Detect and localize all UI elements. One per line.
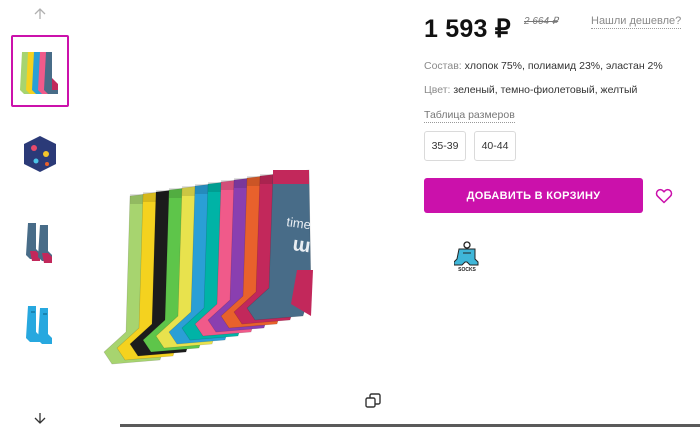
svg-text:ɯ: ɯ [291, 233, 312, 257]
thumbnail-socks-set[interactable] [11, 35, 69, 107]
composition-row: Состав: хлопок 75%, полиамид 23%, эласта… [424, 60, 663, 72]
gift-box-thumbnail-icon [24, 136, 56, 172]
gallery-up-arrow[interactable] [30, 6, 50, 22]
size-option-40-44[interactable]: 40-44 [474, 131, 516, 161]
thumbnail-socks-pair-cyan[interactable] [11, 290, 69, 362]
arrow-up-icon [34, 8, 46, 19]
socks-pair-cyan-thumbnail-icon [26, 306, 52, 344]
add-to-cart-button[interactable]: ДОБАВИТЬ В КОРЗИНУ [424, 178, 643, 213]
old-price: 2 664 ₽ [524, 16, 559, 27]
socks-pair-red-thumbnail-icon [26, 223, 52, 263]
zoom-image-button[interactable] [364, 392, 382, 410]
size-table-link[interactable]: Таблица размеров [424, 109, 515, 123]
current-price: 1 593 ₽ [424, 15, 511, 43]
fullscreen-copy-icon [365, 393, 381, 408]
size-option-35-39[interactable]: 35-39 [424, 131, 466, 161]
composition-value: хлопок 75%, полиамид 23%, эластан 2% [464, 60, 663, 72]
color-label: Цвет: [424, 84, 451, 96]
front-sock-cuff [273, 170, 309, 184]
arrow-down-icon [34, 413, 46, 424]
brand-logo-text: SOCKS [458, 267, 476, 273]
color-value: зеленый, темно-фиолетовый, желтый [453, 84, 638, 96]
brand-logo[interactable]: SOCKS [453, 240, 480, 274]
thumbnail-socks-pair-red[interactable] [11, 207, 69, 279]
thumbnail-gift-box[interactable] [11, 118, 69, 190]
gallery-down-arrow[interactable] [30, 410, 50, 426]
color-row: Цвет: зеленый, темно-фиолетовый, желтый [424, 84, 637, 96]
composition-label: Состав: [424, 60, 462, 72]
product-main-image: time ɯ [103, 169, 313, 365]
heart-icon [655, 188, 673, 204]
favorite-button[interactable] [654, 186, 674, 206]
socks-set-thumbnail-icon [20, 52, 58, 94]
found-cheaper-link[interactable]: Нашли дешевле? [591, 15, 682, 29]
brand-sock-mascot-icon [453, 241, 479, 266]
